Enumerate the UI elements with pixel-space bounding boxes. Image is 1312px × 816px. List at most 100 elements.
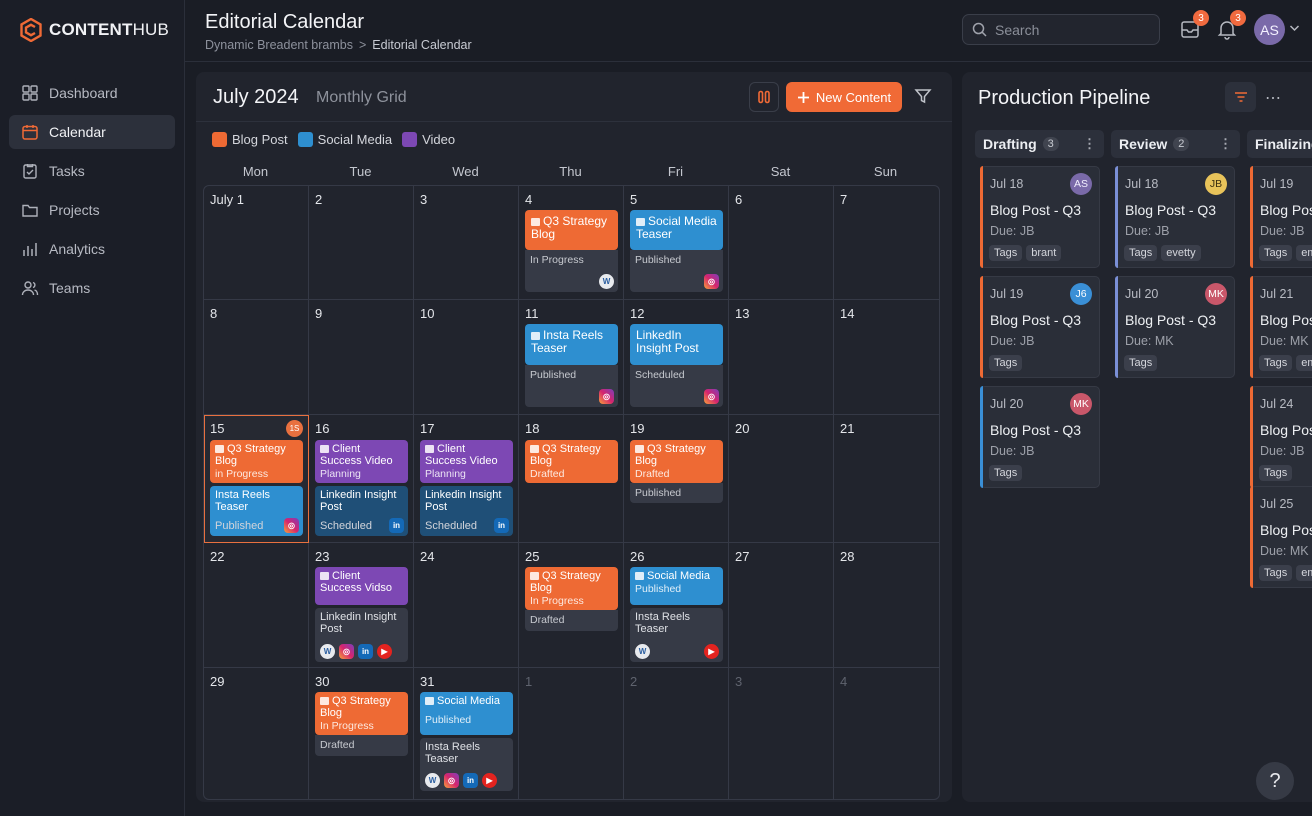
day-cell[interactable]: 5 Social Media Teaser Published ◎	[624, 186, 729, 300]
event-social[interactable]: Linkedin Insight Post Scheduled in	[315, 486, 408, 536]
pipeline-card[interactable]: Jul 19 Blog Pos Due: JB Tags em	[1250, 166, 1312, 268]
event-social[interactable]: Linkedin Insight Post W ◎ in ▶	[315, 608, 408, 662]
event-status[interactable]: In Progress W	[525, 250, 618, 292]
search-box[interactable]	[962, 14, 1160, 45]
event-social[interactable]: Social Media Published	[420, 692, 513, 735]
day-cell[interactable]: 16 Client Success Video Planning Linkedin…	[309, 415, 414, 543]
day-cell[interactable]: 6	[729, 186, 834, 300]
event-blog[interactable]: Q3 Strategy Blog In Progress	[315, 692, 408, 735]
column-menu-icon[interactable]: ⋮	[1219, 136, 1232, 152]
event-blog[interactable]: Q3 Strategy Blog in Progress	[210, 440, 303, 483]
day-cell-today[interactable]: 15 1S Q3 Strategy Blog in Progress Insta …	[204, 415, 309, 543]
search-input[interactable]	[995, 21, 1145, 38]
day-cell[interactable]: 17 Client Success Video Planning Linkedin…	[414, 415, 519, 543]
day-cell[interactable]: 28	[834, 543, 939, 668]
event-status[interactable]: Drafted	[315, 735, 408, 756]
event-status[interactable]: Published	[630, 483, 723, 503]
view-toggle-button[interactable]	[749, 82, 779, 112]
more-options-icon[interactable]: ⋯	[1265, 88, 1282, 108]
day-cell[interactable]: 12 LinkedIn Insight Post Scheduled ◎	[624, 300, 729, 415]
event-social[interactable]: Social Media Teaser	[630, 210, 723, 250]
day-cell[interactable]: 25 Q3 Strategy Blog In Progress Drafted	[519, 543, 624, 668]
sidebar-item-dashboard[interactable]: Dashboard	[9, 76, 175, 110]
day-cell-other-month[interactable]: 1	[519, 668, 624, 799]
day-cell[interactable]: 7	[834, 186, 939, 300]
pipeline-card[interactable]: Jul 20 MK Blog Post - Q3 Due: MK Tags	[1115, 276, 1235, 378]
day-cell[interactable]: 4 Q3 Strategy Blog In Progress W	[519, 186, 624, 300]
event-status[interactable]: Published ◎	[525, 365, 618, 407]
day-cell[interactable]: 9	[309, 300, 414, 415]
event-blog[interactable]: Q3 Strategy Blog In Progress	[525, 567, 618, 610]
column-header-review[interactable]: Review 2 ⋮	[1111, 130, 1240, 158]
help-button[interactable]: ?	[1256, 762, 1294, 800]
event-social[interactable]: Insta Reels Teaser W ▶	[630, 608, 723, 662]
day-cell[interactable]: 2	[309, 186, 414, 300]
pipeline-card[interactable]: Jul 20 MK Blog Post - Q3 Due: JB Tags	[980, 386, 1100, 488]
tag[interactable]: em	[1296, 245, 1312, 261]
tag[interactable]: Tags	[1124, 245, 1158, 261]
notifications-button[interactable]: 3	[1216, 10, 1246, 40]
day-cell[interactable]: 31 Social Media Published Insta Reels Tea…	[414, 668, 519, 799]
event-status[interactable]: Scheduled ◎	[630, 365, 723, 407]
event-social[interactable]: Insta Reels Teaser Published ◎	[210, 486, 303, 536]
tag[interactable]: Tags	[1259, 355, 1293, 371]
event-blog[interactable]: Q3 Strategy Blog	[525, 210, 618, 250]
event-social[interactable]: Insta Reels Teaser W ◎ in ▶	[420, 738, 513, 791]
pipeline-card[interactable]: Jul 21 Blog Pos Due: MK Tags em	[1250, 276, 1312, 378]
sidebar-item-projects[interactable]: Projects	[9, 193, 175, 227]
event-social[interactable]: Linkedin Insight Post Scheduled in	[420, 486, 513, 536]
tag[interactable]: Tags	[1124, 355, 1158, 371]
pipeline-card[interactable]: Jul 18 JB Blog Post - Q3 Due: JB Tags eve…	[1115, 166, 1235, 268]
day-cell[interactable]: 19 Q3 Strategy Blog Drafted Published	[624, 415, 729, 543]
pipeline-card[interactable]: Jul 19 J6 Blog Post - Q3 Due: JB Tags	[980, 276, 1100, 378]
tag[interactable]: Tags	[989, 245, 1023, 261]
tag[interactable]: Tags	[1259, 465, 1293, 481]
pipeline-card[interactable]: Jul 24 Blog Pos Due: JB Tags	[1250, 386, 1312, 488]
sidebar-item-analytics[interactable]: Analytics	[9, 232, 175, 266]
pipeline-card[interactable]: Jul 18 AS Blog Post - Q3 Due: JB Tags bra…	[980, 166, 1100, 268]
sidebar-item-tasks[interactable]: Tasks	[9, 154, 175, 188]
day-cell[interactable]: 26 Social Media Published Insta Reels Tea…	[624, 543, 729, 668]
user-avatar[interactable]: AS	[1254, 14, 1285, 45]
tag[interactable]: em	[1296, 355, 1312, 371]
day-cell[interactable]: 20	[729, 415, 834, 543]
column-menu-icon[interactable]: ⋮	[1083, 136, 1096, 152]
day-cell[interactable]: 27	[729, 543, 834, 668]
day-cell[interactable]: 30 Q3 Strategy Blog In Progress Drafted	[309, 668, 414, 799]
tag[interactable]: Tags	[1259, 245, 1293, 261]
event-video[interactable]: Client Success Video Planning	[420, 440, 513, 483]
tag[interactable]: Tags	[989, 465, 1023, 481]
event-status[interactable]: Published ◎	[630, 250, 723, 292]
column-header-finalizing[interactable]: Finalizing	[1247, 130, 1312, 158]
day-cell[interactable]: 22	[204, 543, 309, 668]
day-cell-other-month[interactable]: 4	[834, 668, 939, 799]
event-social[interactable]: Insta Reels Teaser	[525, 324, 618, 365]
day-cell[interactable]: 24	[414, 543, 519, 668]
day-cell[interactable]: 21	[834, 415, 939, 543]
day-cell[interactable]: 11 Insta Reels Teaser Published ◎	[519, 300, 624, 415]
day-cell[interactable]: 3	[414, 186, 519, 300]
event-blog[interactable]: Q3 Strategy Blog Drafted	[525, 440, 618, 483]
chevron-down-icon[interactable]	[1289, 24, 1300, 32]
tag[interactable]: brant	[1026, 245, 1062, 261]
column-header-drafting[interactable]: Drafting 3 ⋮	[975, 130, 1104, 158]
day-cell[interactable]: 14	[834, 300, 939, 415]
sidebar-item-teams[interactable]: Teams	[9, 271, 175, 305]
day-cell[interactable]: 10	[414, 300, 519, 415]
filter-icon[interactable]	[914, 87, 932, 105]
sidebar-item-calendar[interactable]: Calendar	[9, 115, 175, 149]
inbox-button[interactable]: 3	[1179, 10, 1209, 40]
tag[interactable]: Tags	[1259, 565, 1293, 581]
tag[interactable]: em	[1296, 565, 1312, 581]
day-cell[interactable]: July 1	[204, 186, 309, 300]
day-cell-other-month[interactable]: 2	[624, 668, 729, 799]
day-cell-other-month[interactable]: 3	[729, 668, 834, 799]
event-video[interactable]: Client Success Video Planning	[315, 440, 408, 483]
logo[interactable]: CONTENTHUB	[20, 18, 169, 42]
pipeline-filter-button[interactable]	[1225, 82, 1256, 112]
tag[interactable]: Tags	[989, 355, 1023, 371]
new-content-button[interactable]: New Content	[786, 82, 902, 112]
pipeline-card[interactable]: Jul 25 Blog Pos Due: MK Tags em	[1250, 486, 1312, 588]
event-social[interactable]: LinkedIn Insight Post	[630, 324, 723, 365]
day-cell[interactable]: 18 Q3 Strategy Blog Drafted	[519, 415, 624, 543]
